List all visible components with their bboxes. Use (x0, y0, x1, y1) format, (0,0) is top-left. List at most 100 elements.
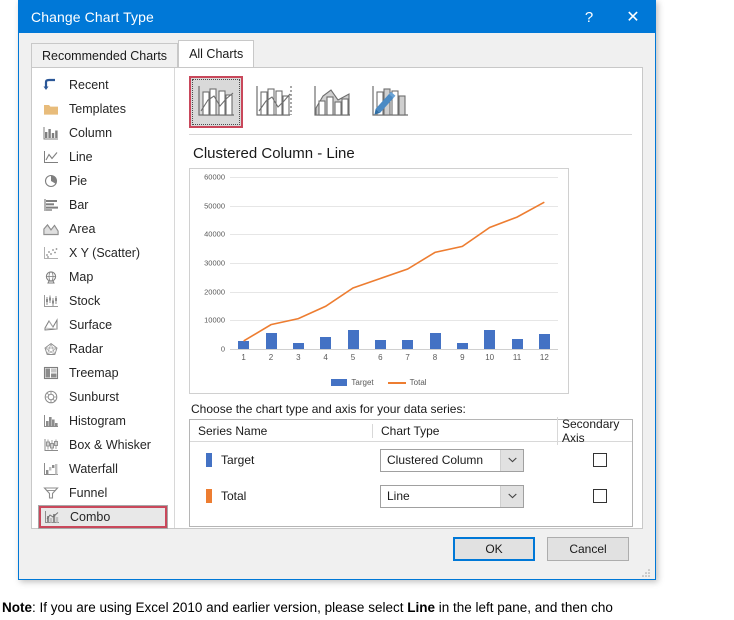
series-name-cell: Target (190, 442, 372, 478)
legend-item-total: Total (387, 378, 427, 387)
chart-type-dropdown-target[interactable]: Clustered Column (380, 448, 524, 472)
dialog-titlebar: Change Chart Type ? ✕ (19, 1, 655, 33)
sidebar-item-templates[interactable]: Templates (32, 97, 174, 121)
column-chart-icon (42, 125, 60, 141)
sidebar-item-column[interactable]: Column (32, 121, 174, 145)
sidebar-item-treemap[interactable]: Treemap (32, 361, 174, 385)
chart-type-value: Clustered Column (387, 453, 484, 467)
y-axis-tick: 20000 (204, 287, 225, 297)
radar-chart-icon (42, 341, 60, 357)
y-axis-tick: 0 (220, 344, 225, 354)
sidebar-item-histogram[interactable]: Histogram (32, 409, 174, 433)
x-axis-tick: 4 (323, 353, 328, 362)
series-color-swatch-icon (206, 453, 212, 467)
chevron-down-icon[interactable] (500, 485, 523, 507)
sidebar-item-label: Box & Whisker (69, 438, 151, 452)
chart-type-dropdown-total[interactable]: Line (380, 484, 524, 508)
sidebar-item-label: Waterfall (69, 462, 118, 476)
gridline-baseline: 0 (221, 345, 558, 354)
column-header-series-name: Series Name (198, 423, 268, 438)
sidebar-item-label: Recent (69, 78, 109, 92)
sidebar-item-sunburst[interactable]: Sunburst (32, 385, 174, 409)
sidebar-item-radar[interactable]: Radar (32, 337, 174, 361)
funnel-chart-icon (42, 485, 60, 501)
secondary-axis-checkbox-target[interactable] (593, 453, 607, 467)
sidebar-item-label: Templates (69, 102, 126, 116)
chart-plot-area: 60000 50000 40000 30000 20000 10000 0 1 … (204, 173, 558, 362)
series-chart-type-cell: Line (372, 478, 557, 514)
chart-line-path (244, 202, 545, 341)
sidebar-item-label: Histogram (69, 414, 126, 428)
series-table-header: Series Name Chart Type Secondary Axis (190, 416, 632, 445)
variant-stacked-area-clustered-column[interactable] (305, 76, 359, 128)
treemap-chart-icon (42, 365, 60, 381)
legend-label: Target (351, 378, 374, 387)
sidebar-item-stock[interactable]: Stock (32, 289, 174, 313)
y-axis-tick: 60000 (204, 172, 225, 182)
tab-recommended-charts[interactable]: Recommended Charts (31, 43, 179, 67)
box-whisker-chart-icon (42, 437, 60, 453)
x-axis-tick: 5 (350, 353, 356, 362)
histogram-chart-icon (42, 413, 60, 429)
thumbnail-divider (189, 134, 632, 135)
chevron-down-icon[interactable] (500, 449, 523, 471)
tabstrip: Recommended Charts All Charts (31, 40, 655, 67)
series-name-cell: Total (190, 478, 372, 514)
x-axis-tick: 6 (378, 353, 383, 362)
x-axis-tick: 1 (241, 353, 246, 362)
sunburst-chart-icon (42, 389, 60, 405)
sidebar-item-waterfall[interactable]: Waterfall (32, 457, 174, 481)
sidebar-item-area[interactable]: Area (32, 217, 174, 241)
sidebar-item-combo[interactable]: Combo (38, 505, 168, 529)
area-chart-icon (42, 221, 60, 237)
variant-clustered-column-line-secondary-axis[interactable] (247, 76, 301, 128)
line-series-total (230, 177, 558, 349)
legend-item-target: Target (331, 378, 374, 387)
series-secondary-axis-cell (557, 478, 632, 514)
x-axis-tick: 8 (432, 353, 438, 362)
note-prefix: Note (2, 600, 32, 615)
sidebar-item-label: Bar (69, 198, 89, 212)
help-button[interactable]: ? (567, 1, 611, 33)
secondary-axis-checkbox-total[interactable] (593, 489, 607, 503)
tab-all-charts[interactable]: All Charts (178, 40, 255, 67)
map-chart-icon (42, 269, 60, 285)
y-axis-tick: 10000 (204, 315, 225, 325)
series-name-label: Target (221, 453, 255, 467)
sidebar-item-label: Area (69, 222, 96, 236)
sidebar-item-label: Pie (69, 174, 88, 188)
sidebar-item-bar[interactable]: Bar (32, 193, 174, 217)
y-axis-tick: 30000 (204, 258, 225, 268)
waterfall-chart-icon (42, 461, 60, 477)
sidebar-item-pie[interactable]: Pie (32, 169, 174, 193)
series-secondary-axis-cell (557, 442, 632, 478)
sidebar-item-funnel[interactable]: Funnel (32, 481, 174, 505)
close-icon[interactable]: ✕ (611, 1, 655, 33)
sidebar-item-label: Combo (70, 510, 111, 524)
variant-clustered-column-line[interactable] (189, 76, 243, 128)
sidebar-item-recent[interactable]: Recent (32, 73, 174, 97)
sidebar-item-surface[interactable]: Surface (32, 313, 174, 337)
scatter-chart-icon (42, 245, 60, 261)
variant-custom-combination[interactable] (363, 76, 417, 128)
table-row: Target Clustered Column (190, 442, 632, 478)
sidebar-item-xy-scatter[interactable]: X Y (Scatter) (32, 241, 174, 265)
sidebar-item-label: Column (69, 126, 113, 140)
sidebar-item-line[interactable]: Line (32, 145, 174, 169)
screenshot-root: Change Chart Type ? ✕ Recommended Charts… (0, 0, 734, 620)
series-table: Series Name Chart Type Secondary Axis Ta… (189, 416, 633, 527)
sidebar-item-label: X Y (Scatter) (69, 246, 141, 260)
sidebar-item-box-whisker[interactable]: Box & Whisker (32, 433, 174, 457)
sidebar-item-map[interactable]: Map (32, 265, 174, 289)
dialog-title: Change Chart Type (31, 9, 154, 25)
chart-type-sidebar: Recent Templates Column Line Pie Bar Are… (32, 68, 175, 529)
chart-type-value: Line (387, 489, 410, 503)
x-axis-tick: 10 (485, 353, 495, 362)
combo-chart-icon (43, 509, 61, 525)
ok-button[interactable]: OK (453, 537, 535, 561)
resize-grip[interactable] (641, 565, 651, 577)
cancel-button[interactable]: Cancel (547, 537, 629, 561)
pie-chart-icon (42, 173, 60, 189)
note-bold-line: Line (407, 600, 435, 615)
legend-swatch-icon (331, 379, 348, 386)
